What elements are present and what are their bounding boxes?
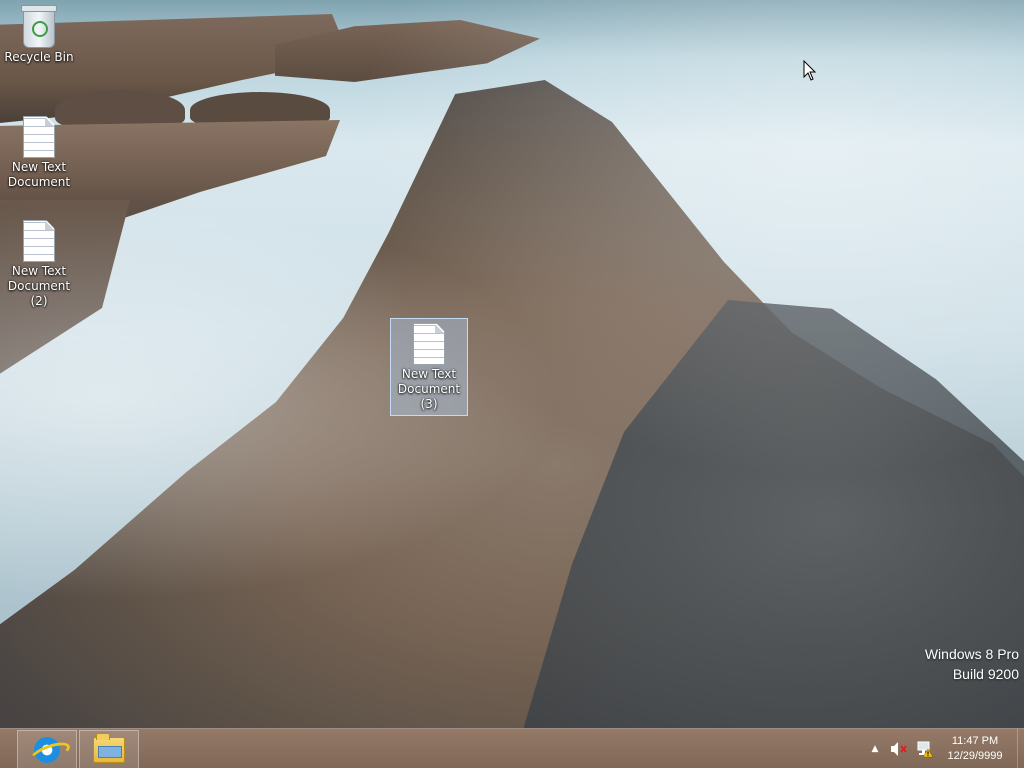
taskbar: ▲ 11:47 PM 12/29/9999 <box>0 728 1024 768</box>
desktop-icon-new-text-document-2[interactable]: New Text Document (2) <box>1 220 77 309</box>
clock-time: 11:47 PM <box>951 735 999 747</box>
file-explorer-icon <box>93 732 125 763</box>
desktop-icon-new-text-document[interactable]: New Text Document <box>1 116 77 190</box>
windows-watermark: Windows 8 Pro Build 9200 <box>925 644 1019 684</box>
taskbar-clock[interactable]: 11:47 PM 12/29/9999 <box>940 734 1010 764</box>
watermark-build: Build 9200 <box>952 666 1019 682</box>
text-document-icon <box>23 220 55 262</box>
taskbar-file-explorer-button[interactable] <box>79 730 139 768</box>
desktop-icon-label: New Text Document (2) <box>7 264 71 308</box>
volume-muted-icon[interactable] <box>888 729 910 768</box>
watermark-edition: Windows 8 Pro <box>924 646 1019 662</box>
mouse-cursor-icon <box>803 60 817 81</box>
desktop-icon-label: New Text Document (3) <box>397 367 461 411</box>
recycle-bin-icon <box>21 5 57 48</box>
desktop[interactable]: Recycle Bin New Text Document New Text D… <box>0 0 1024 728</box>
taskbar-internet-explorer-button[interactable] <box>17 730 77 768</box>
internet-explorer-icon <box>34 736 60 763</box>
clock-date: 12/29/9999 <box>947 750 1003 762</box>
desktop-icon-label: New Text Document <box>7 160 71 189</box>
show-desktop-button[interactable] <box>1017 729 1024 768</box>
text-document-icon <box>23 116 55 158</box>
desktop-icon-label: Recycle Bin <box>4 50 74 64</box>
show-hidden-icons-chevron-icon[interactable]: ▲ <box>868 729 882 768</box>
desktop-icon-recycle-bin[interactable]: Recycle Bin <box>1 5 77 65</box>
text-document-icon <box>413 323 445 365</box>
desktop-icon-new-text-document-3[interactable]: New Text Document (3) <box>390 318 468 416</box>
network-warning-icon[interactable] <box>914 729 936 768</box>
